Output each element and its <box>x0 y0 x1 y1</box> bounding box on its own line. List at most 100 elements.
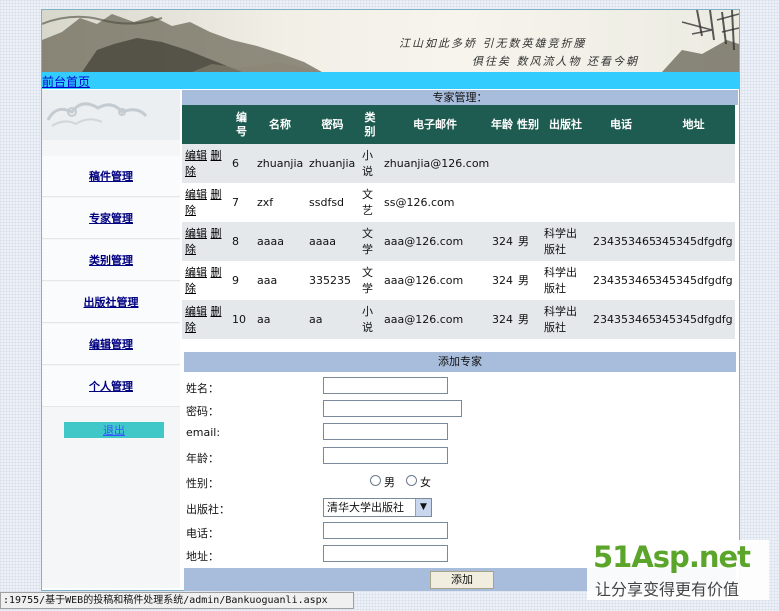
home-link[interactable]: 前台首页 <box>42 73 90 90</box>
cell-address <box>652 144 735 183</box>
sidebar-item-label[interactable]: 专家管理 <box>89 212 133 225</box>
sidebar-item-experts[interactable]: 专家管理 <box>42 198 180 239</box>
table-row: 编辑 删除 10 aa aa 小说 aaa@126.com 324 男科学出版社 2343534… <box>182 300 735 339</box>
cell-email: zhuanjia@126.com <box>381 144 489 183</box>
edit-link[interactable]: 编辑 <box>185 188 207 201</box>
cell-gender: 男 <box>515 222 541 261</box>
cell-id: 8 <box>229 222 254 261</box>
publisher-select[interactable]: 清华大学出版社 ▼ <box>323 498 432 517</box>
cell-name: aaa <box>254 261 306 300</box>
add-button[interactable]: 添加 <box>430 571 494 589</box>
sidebar-item-categories[interactable]: 类别管理 <box>42 240 180 281</box>
watermark-brand: 51Asp.net <box>593 540 751 574</box>
gender-radio-group: 男 女 <box>370 475 440 489</box>
gender-female-radio[interactable] <box>406 475 417 486</box>
email-input[interactable] <box>323 423 448 440</box>
cell-phone: 234353465 <box>590 300 656 339</box>
cell-gender: 男 <box>515 300 541 339</box>
sidebar-item-manuscripts[interactable]: 稿件管理 <box>42 156 180 197</box>
edit-link[interactable]: 编辑 <box>185 266 207 279</box>
column-header: 类别 <box>359 105 381 144</box>
cell-address: 345345dfgdfg <box>652 261 735 300</box>
sidebar-item-label[interactable]: 编辑管理 <box>89 338 133 351</box>
chevron-down-icon[interactable]: ▼ <box>415 499 431 516</box>
logout-link[interactable]: 退出 <box>103 424 125 437</box>
cell-password: ssdfsd <box>306 183 359 222</box>
row-actions: 编辑 删除 <box>182 261 229 300</box>
banner-poem-line1: 江山如此多娇 引无数英雄竞折腰 <box>399 37 587 50</box>
top-nav-bar: 前台首页 <box>42 72 739 89</box>
phone-input[interactable] <box>323 522 448 539</box>
sidebar-item-label[interactable]: 个人管理 <box>89 380 133 393</box>
cell-age: 324 <box>489 300 515 339</box>
edit-link[interactable]: 编辑 <box>185 305 207 318</box>
cloud-ornament <box>46 102 148 127</box>
row-actions: 编辑 删除 <box>182 222 229 261</box>
cell-address: 345345dfgdfg <box>652 222 735 261</box>
sidebar-item-editors[interactable]: 编辑管理 <box>42 324 180 365</box>
status-bar-url: :19755/基于WEB的投稿和稿件处理系统/admin/Bankuoguanl… <box>0 592 354 609</box>
logout-button[interactable]: 退出 <box>64 422 164 438</box>
watermark-slogan: 让分享变得更有价值 <box>595 580 740 599</box>
password-input[interactable] <box>323 400 462 417</box>
cell-name: aaaa <box>254 222 306 261</box>
email-label: email: <box>186 426 221 439</box>
table-row: 编辑 删除 8 aaaa aaaa 文学 aaa@126.com 324 男科学出版社 2343… <box>182 222 735 261</box>
cell-password: zhuanjia <box>306 144 359 183</box>
experts-table: 编号 名称 密码 类别 电子邮件 年龄 性别 出版社 电话 地址 编辑 删除 6 z… <box>182 105 735 339</box>
cell-category: 文艺 <box>359 183 381 222</box>
cell-age <box>489 183 515 222</box>
cell-publisher: 科学出版社 <box>541 261 590 300</box>
column-header: 性别 <box>515 105 541 144</box>
table-row: 编辑 删除 9 aaa 335235 文学 aaa@126.com 324 男科学出版社 234… <box>182 261 735 300</box>
sidebar-item-label[interactable]: 稿件管理 <box>89 170 133 183</box>
cell-publisher: 科学出版社 <box>541 300 590 339</box>
cell-email: aaa@126.com <box>381 300 489 339</box>
cell-password: aa <box>306 300 359 339</box>
cell-email: aaa@126.com <box>381 261 489 300</box>
column-header: 密码 <box>306 105 359 144</box>
watermark: 51Asp.net 让分享变得更有价值 <box>587 540 769 600</box>
cell-phone <box>590 144 652 183</box>
edit-link[interactable]: 编辑 <box>185 149 207 162</box>
name-input[interactable] <box>323 377 448 394</box>
cell-publisher: 科学出版社 <box>541 222 590 261</box>
cell-category: 小说 <box>359 144 381 183</box>
cell-category: 文学 <box>359 261 381 300</box>
cell-id: 10 <box>229 300 254 339</box>
cell-name: aa <box>254 300 306 339</box>
address-label: 地址： <box>186 550 219 563</box>
cell-phone <box>590 183 652 222</box>
sidebar-item-profile[interactable]: 个人管理 <box>42 366 180 407</box>
phone-label: 电话： <box>186 527 219 540</box>
cell-password: 335235 <box>306 261 359 300</box>
header-banner: 江山如此多娇 引无数英雄竞折腰 俱往矣 数风流人物 还看今朝 <box>42 10 739 72</box>
cell-gender <box>515 183 541 222</box>
column-header: 电子邮件 <box>381 105 489 144</box>
cell-name: zxf <box>254 183 306 222</box>
column-header: 年龄 <box>489 105 515 144</box>
password-label: 密码： <box>186 405 219 418</box>
sidebar-ornament <box>42 90 180 140</box>
table-header-row: 编号 名称 密码 类别 电子邮件 年龄 性别 出版社 电话 地址 <box>182 105 735 144</box>
cell-age <box>489 144 515 183</box>
column-header <box>182 105 229 144</box>
edit-link[interactable]: 编辑 <box>185 227 207 240</box>
cell-publisher <box>541 144 590 183</box>
page-title: 专家管理： <box>182 90 738 105</box>
column-header: 编号 <box>229 105 254 144</box>
column-header: 出版社 <box>541 105 590 144</box>
gender-male-radio[interactable] <box>370 475 381 486</box>
row-actions: 编辑 删除 <box>182 144 229 183</box>
sidebar-item-label[interactable]: 出版社管理 <box>84 296 139 309</box>
table-row: 编辑 删除 7 zxf ssdfsd 文艺 ss@126.com <box>182 183 735 222</box>
row-actions: 编辑 删除 <box>182 300 229 339</box>
address-input[interactable] <box>323 545 448 562</box>
sidebar-item-publishers[interactable]: 出版社管理 <box>42 282 180 323</box>
sidebar-item-label[interactable]: 类别管理 <box>89 254 133 267</box>
row-actions: 编辑 删除 <box>182 183 229 222</box>
cell-age: 324 <box>489 261 515 300</box>
cell-category: 文学 <box>359 222 381 261</box>
cell-category: 小说 <box>359 300 381 339</box>
age-input[interactable] <box>323 447 448 464</box>
